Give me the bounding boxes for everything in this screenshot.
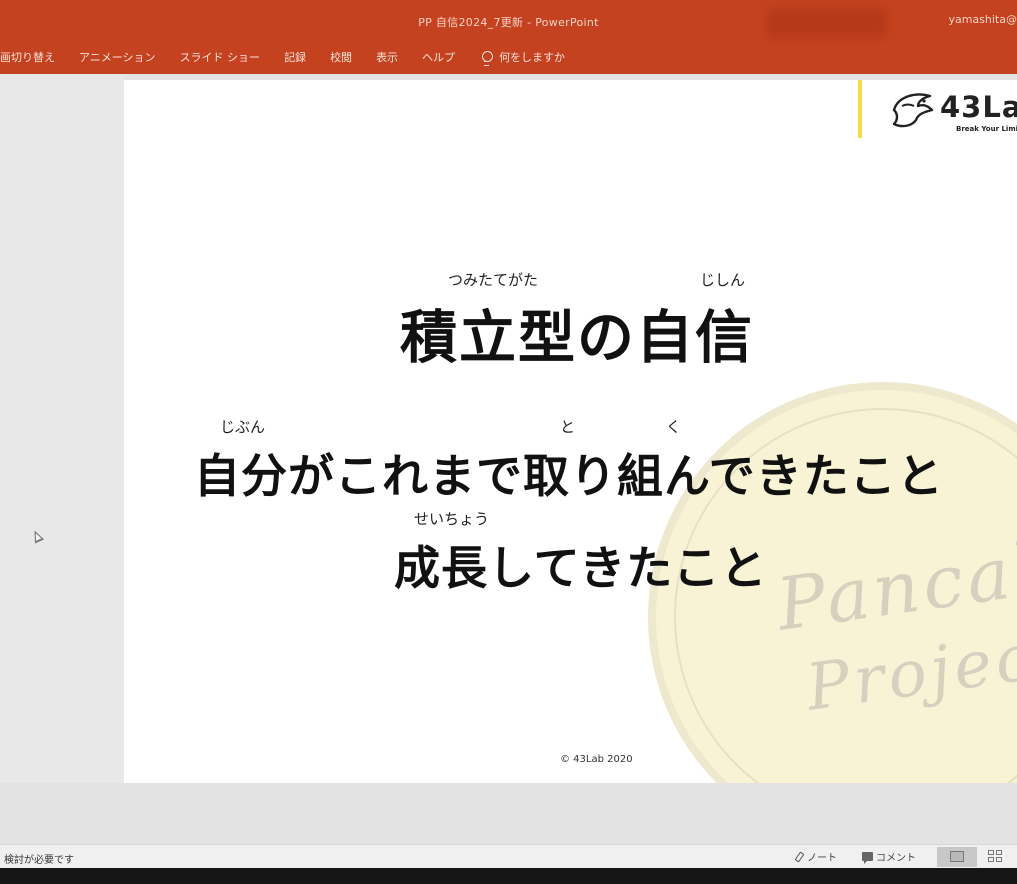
line1-ruby-jibun: じぶん (220, 418, 266, 436)
notes-area (0, 783, 1017, 844)
workspace: Pancake Project 43Lab Break Your Limit つ… (0, 74, 1017, 844)
tab-record[interactable]: 記録 (272, 50, 318, 66)
slide-title: 積立型の自信 (400, 305, 754, 371)
line1-ruby-ku: く (666, 418, 682, 436)
logo-wordmark: 43Lab (940, 90, 1017, 124)
mouse-cursor-icon (29, 528, 45, 544)
powerpoint-window: PP 自信2024_7更新 - PowerPoint yamashita@ 画切… (0, 0, 1017, 884)
tab-animations[interactable]: アニメーション (67, 50, 168, 66)
grid-cell-icon (988, 857, 994, 862)
tab-help[interactable]: ヘルプ (410, 50, 467, 66)
slide-footer: © 43Lab 2020 (560, 754, 633, 765)
user-account[interactable]: yamashita@ (948, 13, 1017, 26)
notes-button[interactable]: ノート (794, 849, 837, 864)
grid-cell-icon (988, 850, 994, 855)
tab-slideshow[interactable]: スライド ショー (168, 50, 273, 66)
slide-thumbnail-pane[interactable] (0, 74, 124, 844)
grid-cell-icon (996, 850, 1002, 855)
accent-bar (858, 80, 862, 138)
slide-canvas[interactable]: Pancake Project 43Lab Break Your Limit つ… (124, 80, 1017, 783)
title-bar: PP 自信2024_7更新 - PowerPoint yamashita@ (0, 0, 1017, 44)
ribbon-tabs: 画切り替え アニメーション スライド ショー 記録 校閲 表示 ヘルプ 何をしま… (0, 50, 577, 66)
logo-tagline: Break Your Limit (956, 125, 1017, 133)
fish-logo-icon (892, 93, 934, 128)
slide-body-line1: 自分がこれまで取り組んできたこと (194, 449, 944, 503)
grid-cell-icon (996, 857, 1002, 862)
tab-view[interactable]: 表示 (364, 50, 410, 66)
comments-button[interactable]: コメント (862, 849, 916, 864)
slide-body-line2: 成長してきたこと (394, 541, 768, 595)
comments-label: コメント (876, 853, 916, 864)
pen-icon (794, 852, 804, 862)
slide-sorter-view-button[interactable] (988, 850, 1002, 863)
tab-transitions[interactable]: 画切り替え (0, 50, 67, 66)
status-message: 検討が必要です (4, 855, 74, 866)
tell-me-label: 何をしますか (499, 51, 566, 64)
ribbon: 画切り替え アニメーション スライド ショー 記録 校閲 表示 ヘルプ 何をしま… (0, 44, 1017, 74)
status-bar: 検討が必要です ノート コメント (0, 844, 1017, 868)
normal-view-icon (950, 851, 964, 862)
tab-review[interactable]: 校閲 (318, 50, 364, 66)
line2-ruby-seichou: せいちょう (414, 510, 490, 528)
lightbulb-icon (481, 51, 494, 66)
notes-label: ノート (807, 853, 837, 864)
title-ruby-tsumitategata: つみたてがた (448, 271, 539, 289)
blurred-region (767, 8, 887, 38)
43lab-logo: 43Lab Break Your Limit (888, 86, 1017, 134)
line1-ruby-to: と (560, 418, 576, 436)
screen-bottom-edge (0, 868, 1017, 884)
title-ruby-jishin: じしん (700, 271, 746, 289)
tell-me-search[interactable]: 何をしますか (467, 50, 577, 66)
normal-view-button[interactable] (937, 847, 977, 867)
comment-icon (862, 852, 873, 864)
